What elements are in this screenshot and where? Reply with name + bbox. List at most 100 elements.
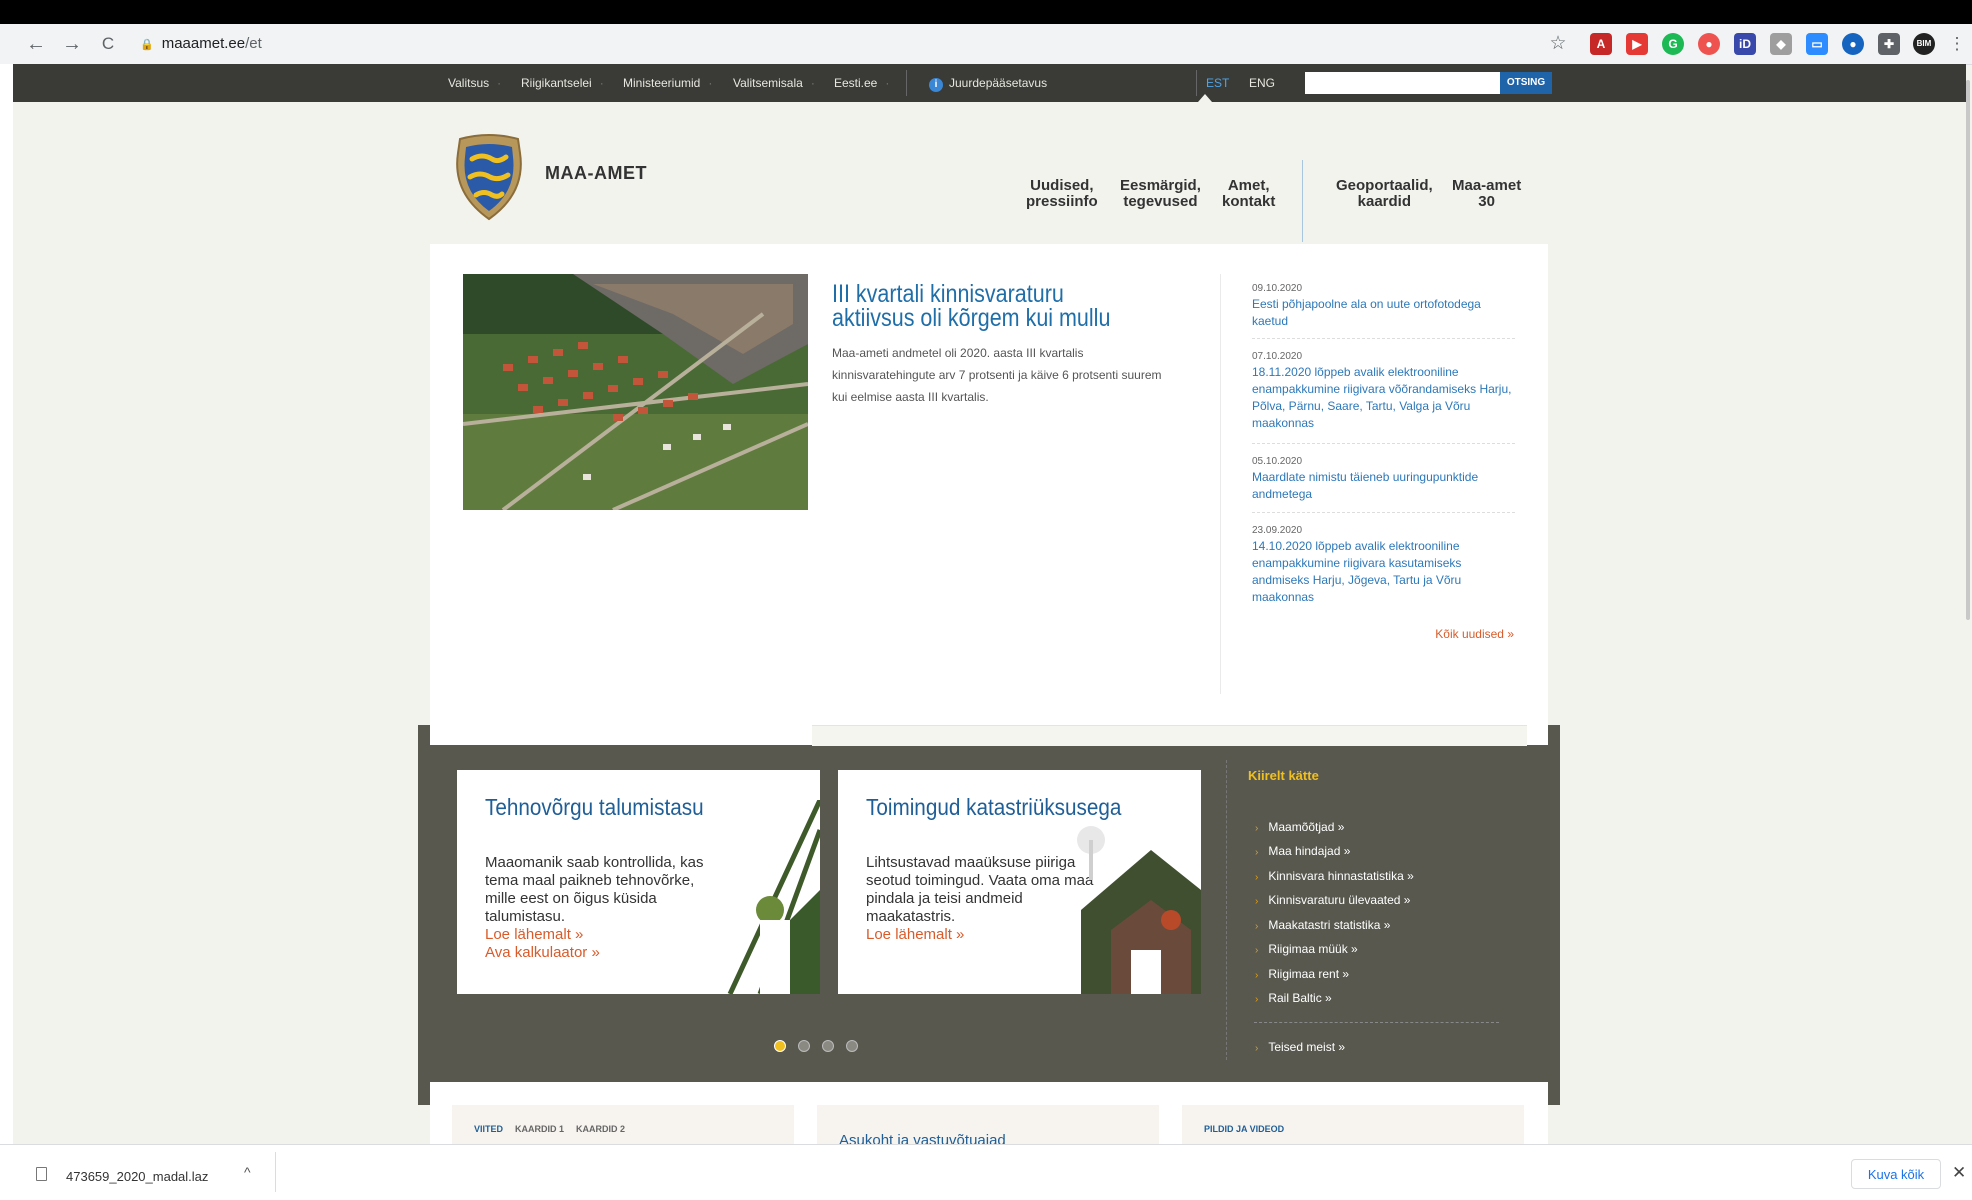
active-lang-caret bbox=[1198, 94, 1212, 102]
tab-pildid-ja-videod[interactable]: PILDID JA VIDEOD bbox=[1204, 1124, 1284, 1134]
card-title[interactable]: Tehnovõrgu talumistasu bbox=[485, 794, 704, 821]
panel-bottom-strip bbox=[812, 725, 1527, 746]
quick-link[interactable]: › Maakatastri statistika » bbox=[1255, 917, 1390, 935]
hero-title[interactable]: III kvartali kinnisvaraturu aktiivsus ol… bbox=[832, 282, 1142, 331]
carousel-dot[interactable] bbox=[798, 1040, 810, 1052]
video-extension-icon[interactable]: ▶ bbox=[1626, 33, 1648, 55]
zoom-extension-icon[interactable]: ▭ bbox=[1806, 33, 1828, 55]
quick-link-other[interactable]: › Teised meist » bbox=[1255, 1039, 1345, 1057]
address-bar[interactable]: 🔒 maaamet.ee/et bbox=[140, 31, 1540, 57]
puzzle-extensions-icon[interactable]: ✚ bbox=[1878, 33, 1900, 55]
news-item[interactable]: 23.09.2020 14.10.2020 lõppeb avalik elek… bbox=[1252, 524, 1517, 606]
main-nav-geoportaalid[interactable]: Geoportaalid, kaardid bbox=[1336, 178, 1433, 210]
carousel-dot[interactable] bbox=[774, 1040, 786, 1052]
forward-icon[interactable]: → bbox=[56, 24, 88, 64]
chevron-right-icon: › bbox=[1255, 945, 1259, 956]
screen-top-bar bbox=[0, 0, 1972, 24]
gov-bar-separator bbox=[906, 70, 907, 96]
lock-icon: 🔒 bbox=[140, 39, 154, 51]
bookmark-star-icon[interactable]: ☆ bbox=[1542, 24, 1574, 64]
news-date: 05.10.2020 bbox=[1252, 456, 1303, 467]
feature-card-tehnovork[interactable]: Tehnovõrgu talumistasu Maaomanik saab ko… bbox=[457, 770, 820, 994]
quick-link[interactable]: › Riigimaa müük » bbox=[1255, 941, 1358, 959]
news-text[interactable]: Maardlate nimistu täieneb uuringupunktid… bbox=[1252, 469, 1517, 503]
accessibility-link[interactable]: i Juurdepääsetavus bbox=[929, 64, 1047, 102]
quick-link[interactable]: › Kinnisvara hinnastatistika » bbox=[1255, 868, 1414, 886]
government-top-bar: Valitsus · Riigikantselei · Ministeeriumid… bbox=[13, 64, 1966, 102]
search-input[interactable] bbox=[1305, 72, 1507, 94]
gov-link-valitsemisala[interactable]: Valitsemisala · bbox=[733, 64, 815, 102]
news-divider bbox=[1252, 512, 1515, 513]
house-illustration bbox=[1077, 826, 1201, 994]
dropbox-extension-icon[interactable]: ◆ bbox=[1770, 33, 1792, 55]
chevron-right-icon: › bbox=[1255, 896, 1259, 907]
coat-of-arms-logo[interactable] bbox=[450, 133, 528, 221]
file-icon bbox=[36, 1167, 47, 1181]
news-item[interactable]: 07.10.2020 18.11.2020 lõppeb avalik elek… bbox=[1252, 350, 1517, 432]
quick-link[interactable]: › Riigimaa rent » bbox=[1255, 966, 1349, 984]
quick-link[interactable]: › Kinnisvaraturu ülevaated » bbox=[1255, 892, 1410, 910]
carousel-dot[interactable] bbox=[822, 1040, 834, 1052]
url-host: maaamet.ee bbox=[161, 35, 246, 52]
main-nav-separator bbox=[1302, 160, 1303, 242]
left-edge-strip bbox=[0, 64, 13, 1144]
search-button[interactable]: OTSING bbox=[1500, 72, 1552, 94]
id-extension-icon[interactable]: iD bbox=[1734, 33, 1756, 55]
tab-kaardid-2[interactable]: KAARDID 2 bbox=[576, 1124, 625, 1134]
download-bar bbox=[0, 1144, 1972, 1200]
feature-card-katastriuksus[interactable]: Toimingud katastriüksusega Lihtsustavad … bbox=[838, 770, 1201, 994]
news-date: 23.09.2020 bbox=[1252, 525, 1303, 536]
quick-links-divider bbox=[1254, 1022, 1499, 1023]
news-text[interactable]: Eesti põhjapoolne ala on uute ortofotode… bbox=[1252, 296, 1517, 330]
chevron-right-icon: › bbox=[1255, 970, 1259, 981]
all-news-link[interactable]: Kõik uudised » bbox=[1380, 627, 1514, 641]
url-path: /et bbox=[245, 35, 262, 52]
pdf-extension-icon[interactable]: A bbox=[1590, 33, 1612, 55]
news-item[interactable]: 09.10.2020 Eesti põhjapoolne ala on uute… bbox=[1252, 282, 1517, 330]
gov-link-riigikantselei[interactable]: Riigikantselei · bbox=[521, 64, 604, 102]
location-extension-icon[interactable]: ● bbox=[1842, 33, 1864, 55]
news-divider bbox=[1252, 338, 1515, 339]
close-download-bar-icon[interactable]: ✕ bbox=[1952, 1163, 1966, 1183]
news-text[interactable]: 18.11.2020 lõppeb avalik elektrooniline … bbox=[1252, 364, 1517, 432]
gov-link-eesti-ee[interactable]: Eesti.ee · bbox=[834, 64, 889, 102]
gov-link-ministeeriumid[interactable]: Ministeeriumid · bbox=[623, 64, 712, 102]
card-body: Lihtsustavad maaüksuse piiriga seotud to… bbox=[866, 854, 1106, 944]
hero-aerial-photo[interactable] bbox=[463, 274, 808, 510]
card-calculator-link[interactable]: Ava kalkulaator » bbox=[485, 944, 725, 962]
news-date: 09.10.2020 bbox=[1252, 283, 1303, 294]
profile-avatar[interactable]: BIM bbox=[1913, 33, 1935, 55]
main-nav-amet[interactable]: Amet, kontakt bbox=[1222, 178, 1275, 210]
adblock-extension-icon[interactable]: ● bbox=[1698, 33, 1720, 55]
main-nav-eesmargid[interactable]: Eesmärgid, tegevused bbox=[1120, 178, 1201, 210]
back-icon[interactable]: ← bbox=[20, 24, 52, 64]
tab-kaardid-1[interactable]: KAARDID 1 bbox=[515, 1124, 564, 1134]
quick-link[interactable]: › Maamõõtjad » bbox=[1255, 819, 1344, 837]
tab-viited[interactable]: VIITED bbox=[474, 1124, 503, 1134]
reload-icon[interactable]: C bbox=[92, 24, 124, 64]
news-column-separator bbox=[1220, 274, 1221, 694]
carousel-dot[interactable] bbox=[846, 1040, 858, 1052]
quick-links-heading: Kiirelt kätte bbox=[1248, 768, 1319, 783]
chevron-right-icon: › bbox=[1255, 847, 1259, 858]
lang-eng[interactable]: ENG bbox=[1249, 64, 1275, 102]
quick-link[interactable]: › Maa hindajad » bbox=[1255, 843, 1350, 861]
site-name[interactable]: MAA-AMET bbox=[545, 163, 647, 184]
card-read-more-link[interactable]: Loe lähemalt » bbox=[866, 926, 1106, 944]
chevron-right-icon: › bbox=[1255, 994, 1259, 1005]
chevron-right-icon: › bbox=[1255, 921, 1259, 932]
quick-links-separator bbox=[1226, 760, 1227, 1060]
news-text[interactable]: 14.10.2020 lõppeb avalik elektrooniline … bbox=[1252, 538, 1517, 606]
news-item[interactable]: 05.10.2020 Maardlate nimistu täieneb uur… bbox=[1252, 455, 1517, 503]
quick-link[interactable]: › Rail Baltic » bbox=[1255, 990, 1332, 1008]
main-nav-uudised[interactable]: Uudised, pressiinfo bbox=[1026, 178, 1098, 210]
card-read-more-link[interactable]: Loe lähemalt » bbox=[485, 926, 725, 944]
main-nav-maa-amet-30[interactable]: Maa-amet 30 bbox=[1452, 178, 1521, 210]
browser-menu-icon[interactable]: ⋮ bbox=[1946, 24, 1968, 64]
download-file-name[interactable]: 473659_2020_madal.laz bbox=[66, 1169, 208, 1184]
show-all-downloads-button[interactable]: Kuva kõik bbox=[1851, 1159, 1941, 1189]
page-scrollbar[interactable] bbox=[1966, 80, 1970, 620]
download-options-caret-icon[interactable]: ^ bbox=[244, 1164, 251, 1180]
grammarly-extension-icon[interactable]: G bbox=[1662, 33, 1684, 55]
gov-link-valitsus[interactable]: Valitsus · bbox=[448, 64, 501, 102]
